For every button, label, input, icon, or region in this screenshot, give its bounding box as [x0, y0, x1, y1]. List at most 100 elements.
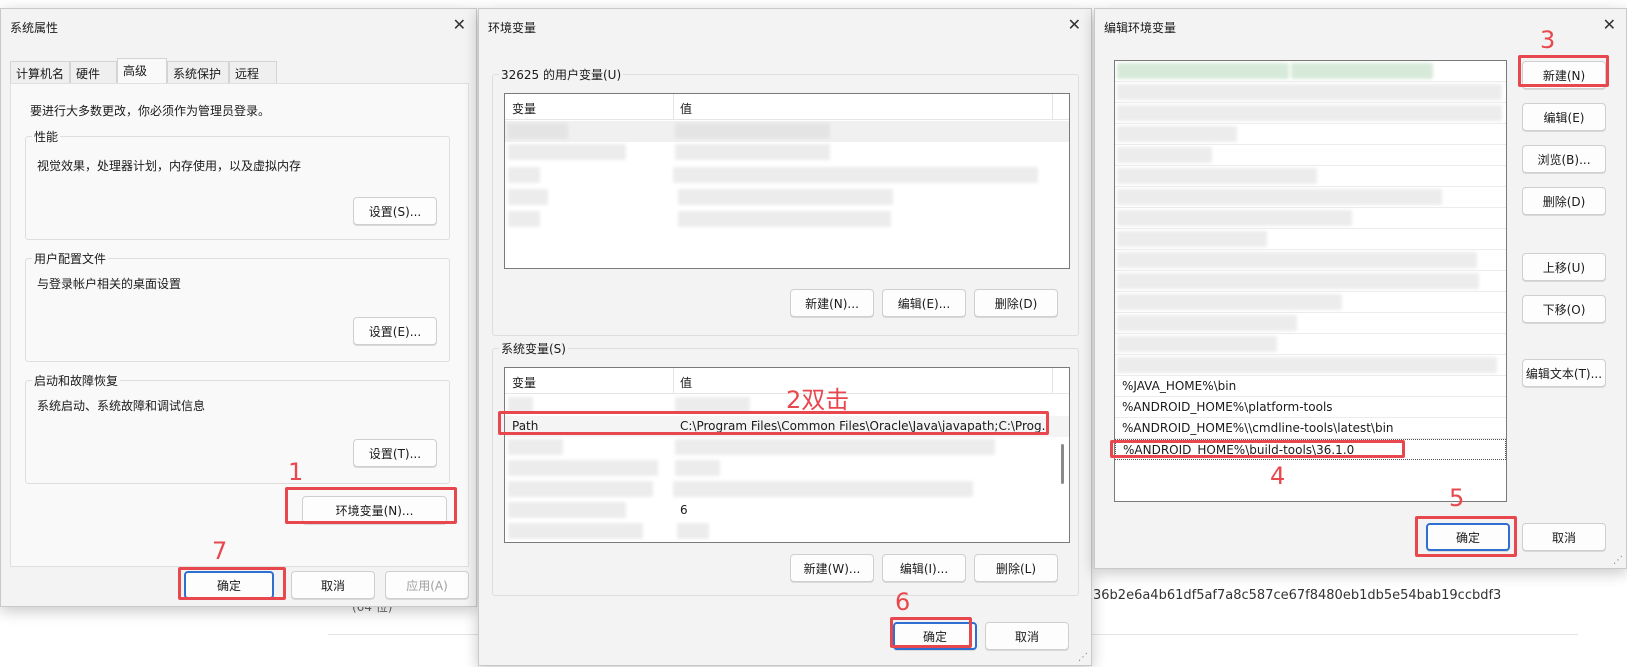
- tab-hardware[interactable]: 硬件: [70, 61, 117, 83]
- system-properties-cancel-button[interactable]: 取消: [291, 571, 375, 599]
- edit-delete-button[interactable]: 删除(D): [1522, 187, 1606, 215]
- highlight-edit-ok-button: [1415, 516, 1517, 557]
- list-item[interactable]: [1115, 355, 1506, 376]
- system-new-button[interactable]: 新建(W)...: [790, 554, 874, 582]
- highlight-build-tools-entry: [1110, 440, 1405, 458]
- system-list-scrollbar[interactable]: [1061, 444, 1064, 484]
- column-separator: [673, 94, 674, 120]
- list-item[interactable]: [1115, 292, 1506, 313]
- user-variables-group: 32625 的用户变量(U) 变量 值 新建(N)... 编辑(E)... 删除…: [492, 66, 1079, 336]
- list-item[interactable]: [1115, 460, 1506, 481]
- column-header-variable[interactable]: 变量: [512, 100, 536, 117]
- redacted-text: [1117, 189, 1442, 205]
- close-icon[interactable]: ✕: [1068, 17, 1081, 33]
- redacted-text: [508, 460, 658, 476]
- column-header-value[interactable]: 值: [680, 100, 692, 117]
- list-item[interactable]: [1115, 229, 1506, 250]
- table-row[interactable]: [505, 479, 1069, 500]
- system-properties-apply-button[interactable]: 应用(A): [385, 571, 469, 599]
- annotation-step-2: 2双击: [786, 386, 850, 414]
- list-item[interactable]: %JAVA_HOME%\bin: [1115, 376, 1506, 397]
- edit-edit-button[interactable]: 编辑(E): [1522, 103, 1606, 131]
- redacted-text: [673, 481, 973, 497]
- startup-recovery-settings-button[interactable]: 设置(T)...: [353, 439, 437, 467]
- edit-move-up-button[interactable]: 上移(U): [1522, 253, 1606, 281]
- table-row[interactable]: [505, 458, 1069, 479]
- user-new-button[interactable]: 新建(N)...: [790, 289, 874, 317]
- list-item[interactable]: [1115, 61, 1506, 82]
- user-variables-list[interactable]: 变量 值: [504, 93, 1070, 269]
- performance-group: 性能 视觉效果，处理器计划，内存使用，以及虚拟内存 设置(S)...: [25, 128, 450, 240]
- env-vars-cancel-button[interactable]: 取消: [985, 622, 1069, 650]
- tab-remote[interactable]: 远程: [229, 61, 277, 83]
- close-icon[interactable]: ✕: [1603, 17, 1616, 33]
- list-item[interactable]: %ANDROID_HOME%\platform-tools: [1115, 397, 1506, 418]
- redacted-text: [508, 123, 568, 139]
- tab-computer-name[interactable]: 计算机名: [10, 61, 70, 83]
- admin-note: 要进行大多数更改，你必须作为管理员登录。: [30, 104, 271, 118]
- env-vars-titlebar: 环境变量 ✕: [479, 9, 1091, 43]
- list-item[interactable]: [1115, 124, 1506, 145]
- list-item[interactable]: [1115, 271, 1506, 292]
- table-row[interactable]: [505, 187, 1069, 208]
- edit-move-down-button[interactable]: 下移(O): [1522, 295, 1606, 323]
- startup-recovery-group-title: 启动和故障恢复: [32, 372, 121, 389]
- tab-system-protection[interactable]: 系统保护: [167, 61, 229, 83]
- path-entry-platform-tools: %ANDROID_HOME%\platform-tools: [1122, 400, 1333, 414]
- redacted-text: [508, 189, 548, 205]
- redacted-text: [673, 167, 1038, 183]
- annotation-step-1: 1: [288, 458, 304, 486]
- table-row[interactable]: [505, 142, 1069, 163]
- user-edit-button[interactable]: 编辑(E)...: [882, 289, 966, 317]
- edit-browse-button[interactable]: 浏览(B)...: [1522, 145, 1606, 173]
- list-item[interactable]: [1115, 82, 1506, 103]
- redacted-text: [1117, 252, 1477, 268]
- list-item[interactable]: [1115, 145, 1506, 166]
- edit-text-button[interactable]: 编辑文本(T)...: [1522, 359, 1606, 387]
- list-item[interactable]: [1115, 250, 1506, 271]
- column-header-value[interactable]: 值: [680, 374, 692, 391]
- table-row[interactable]: [505, 209, 1069, 230]
- performance-desc: 视觉效果，处理器计划，内存使用，以及虚拟内存: [37, 159, 302, 173]
- redacted-text: [1117, 105, 1502, 121]
- system-edit-button[interactable]: 编辑(I)...: [882, 554, 966, 582]
- list-item[interactable]: [1115, 103, 1506, 124]
- list-item[interactable]: [1115, 208, 1506, 229]
- startup-recovery-desc: 系统启动、系统故障和调试信息: [37, 399, 206, 413]
- highlight-env-vars-ok-button: [890, 617, 972, 648]
- startup-recovery-group: 启动和故障恢复 系统启动、系统故障和调试信息 设置(T)...: [25, 372, 450, 484]
- redacted-text: [1117, 147, 1212, 163]
- table-row[interactable]: [505, 121, 1069, 142]
- redacted-text: [1117, 210, 1352, 226]
- list-item[interactable]: [1115, 313, 1506, 334]
- list-item[interactable]: %ANDROID_HOME%\\cmdline-tools\latest\bin: [1115, 418, 1506, 439]
- redacted-text: [508, 502, 626, 518]
- user-delete-button[interactable]: 删除(D): [974, 289, 1058, 317]
- close-icon[interactable]: ✕: [453, 17, 466, 33]
- list-item[interactable]: [1115, 166, 1506, 187]
- system-delete-button[interactable]: 删除(L): [974, 554, 1058, 582]
- annotation-step-5: 5: [1449, 484, 1465, 512]
- redacted-text: [1117, 357, 1497, 373]
- tab-advanced[interactable]: 高级: [117, 58, 167, 83]
- table-row[interactable]: [505, 165, 1069, 186]
- redacted-text: [508, 523, 643, 539]
- variable-value: 6: [680, 503, 688, 517]
- redacted-text: [675, 144, 830, 160]
- list-item[interactable]: [1115, 334, 1506, 355]
- performance-settings-button[interactable]: 设置(S)...: [353, 197, 437, 225]
- table-row[interactable]: [505, 521, 1069, 542]
- user-profile-settings-button[interactable]: 设置(E)...: [353, 317, 437, 345]
- path-entries-list[interactable]: %JAVA_HOME%\bin %ANDROID_HOME%\platform-…: [1114, 60, 1507, 502]
- system-variables-group-title: 系统变量(S): [499, 340, 568, 357]
- background-hash-text: 36b2e6a4b61df5af7a8c587ce67f8480eb1db5e5…: [1093, 588, 1502, 603]
- resize-grip-icon[interactable]: ⋰: [1613, 555, 1623, 566]
- edit-cancel-button[interactable]: 取消: [1522, 523, 1606, 551]
- list-item[interactable]: [1115, 187, 1506, 208]
- table-row[interactable]: 6: [505, 500, 1069, 521]
- resize-grip-icon[interactable]: ⋰: [1078, 652, 1088, 663]
- table-row[interactable]: [505, 437, 1069, 458]
- column-header-variable[interactable]: 变量: [512, 374, 536, 391]
- edit-env-title: 编辑环境变量: [1104, 21, 1177, 35]
- environment-variables-dialog: 环境变量 ✕ 32625 的用户变量(U) 变量 值 新建(N)... 编辑(E…: [478, 8, 1092, 666]
